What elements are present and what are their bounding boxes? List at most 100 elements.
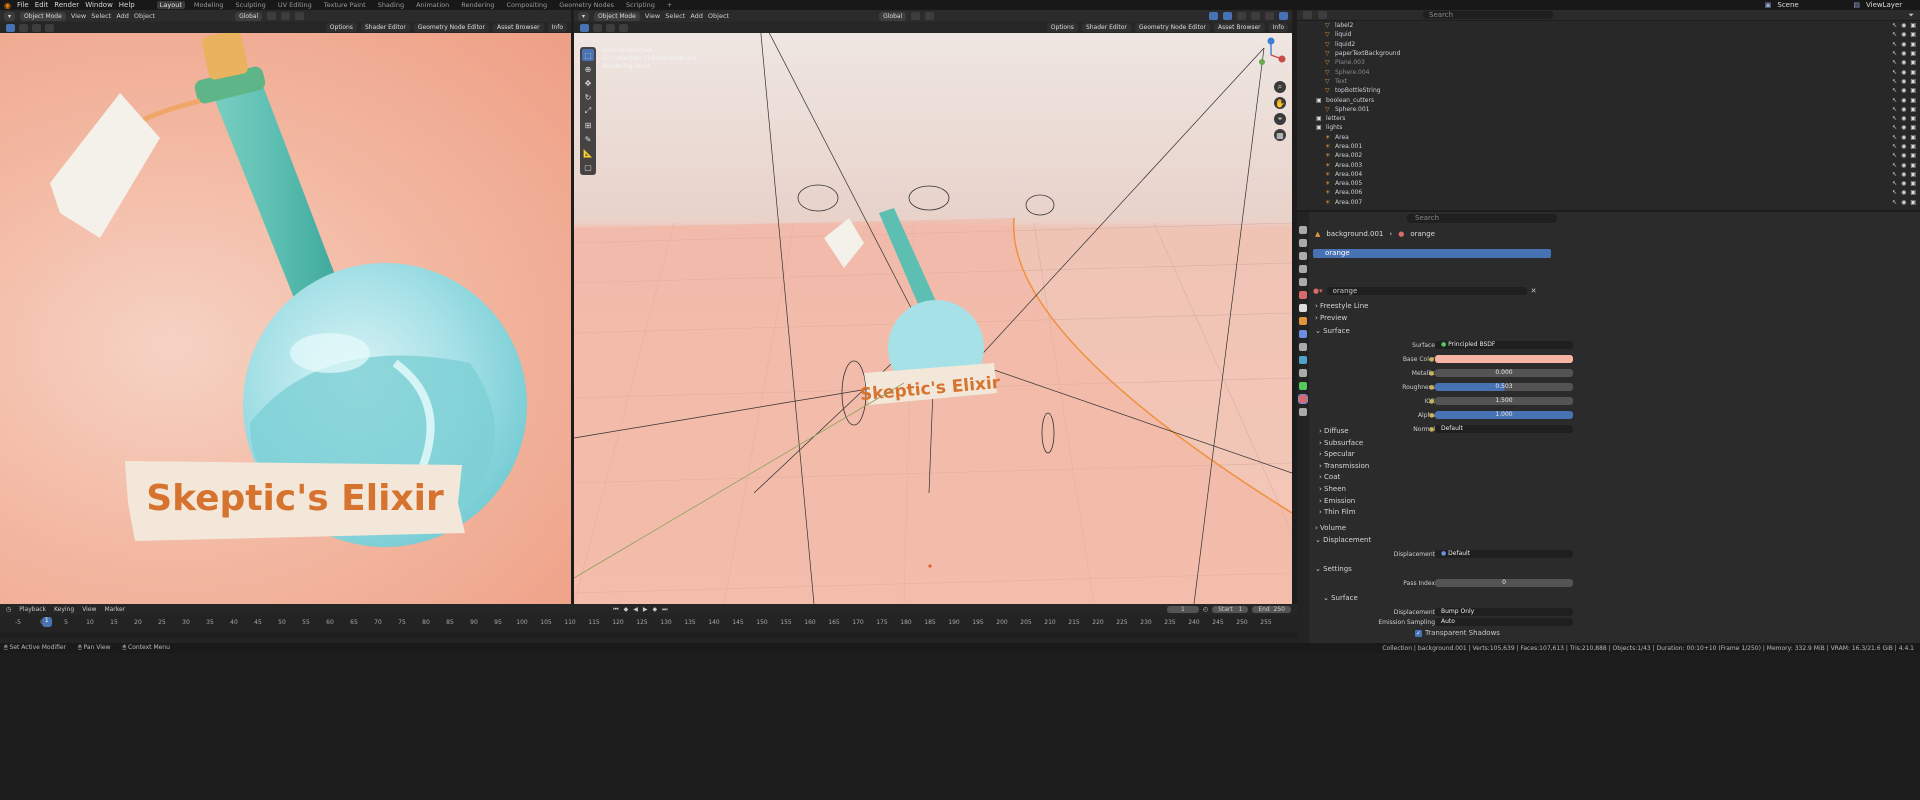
camera-render-icon[interactable]: ▣ bbox=[1910, 189, 1916, 196]
left-tab-shader-editor[interactable]: Shader Editor bbox=[360, 23, 410, 32]
left-menu-add[interactable]: Add bbox=[116, 12, 129, 20]
eye-icon[interactable]: ◉ bbox=[1901, 143, 1906, 150]
unlink-material-icon[interactable]: ✕ bbox=[1531, 287, 1537, 295]
subpanel-transmission[interactable]: › Transmission bbox=[1319, 462, 1369, 470]
workspace-tab-scripting[interactable]: Scripting bbox=[623, 1, 658, 9]
workspace-tab-shading[interactable]: Shading bbox=[375, 1, 407, 9]
menu-file[interactable]: File bbox=[17, 1, 29, 9]
camera-render-icon[interactable]: ▣ bbox=[1910, 41, 1916, 48]
subpanel-sheen[interactable]: › Sheen bbox=[1319, 485, 1346, 493]
panel-settings[interactable]: ⌄ Settings bbox=[1315, 565, 1352, 573]
scene-name[interactable]: Scene bbox=[1777, 1, 1847, 9]
perspective-toggle-icon[interactable]: ▦ bbox=[1274, 129, 1286, 141]
eye-icon[interactable]: ◉ bbox=[1901, 59, 1906, 66]
move-tool-icon[interactable]: ✥ bbox=[582, 77, 594, 89]
material-slot-row[interactable]: orange bbox=[1313, 249, 1551, 258]
start-frame-field[interactable]: Start 1 bbox=[1212, 606, 1249, 613]
material-tab-icon[interactable] bbox=[1298, 394, 1308, 404]
render-tab-icon[interactable] bbox=[1299, 239, 1307, 247]
outliner-filter-icon[interactable]: ⏷ bbox=[1908, 11, 1914, 20]
view-layer-tab-icon[interactable] bbox=[1299, 265, 1307, 273]
subpanel-specular[interactable]: › Specular bbox=[1319, 450, 1355, 458]
eye-icon[interactable]: ◉ bbox=[1901, 106, 1906, 113]
pivot-icon[interactable] bbox=[267, 12, 277, 20]
select-box-icon[interactable] bbox=[6, 23, 15, 32]
outliner-row[interactable]: ▽ paperTextBackground ↖ ◉ ▣ bbox=[1297, 49, 1920, 58]
timeline-menu-playback[interactable]: Playback bbox=[19, 606, 46, 613]
outliner-row[interactable]: ☀ Area.002 ↖ ◉ ▣ bbox=[1297, 151, 1920, 160]
playhead[interactable]: 1 bbox=[41, 617, 52, 627]
right-tab-geometry-node-editor[interactable]: Geometry Node Editor bbox=[1134, 23, 1211, 32]
camera-render-icon[interactable]: ▣ bbox=[1910, 50, 1916, 57]
workspace-tab-animation[interactable]: Animation bbox=[413, 1, 452, 9]
camera-render-icon[interactable]: ▣ bbox=[1910, 171, 1916, 178]
eye-icon[interactable]: ◉ bbox=[1901, 50, 1906, 57]
shading-solid-icon[interactable] bbox=[1251, 12, 1260, 20]
select-toggle-icon[interactable]: ↖ bbox=[1892, 69, 1897, 76]
camera-render-icon[interactable]: ▣ bbox=[1910, 78, 1916, 85]
eye-icon[interactable]: ◉ bbox=[1901, 97, 1906, 104]
menu-edit[interactable]: Edit bbox=[35, 1, 49, 9]
camera-view-icon[interactable]: ⌖ bbox=[1274, 113, 1286, 125]
outliner-row[interactable]: ▽ Sphere.001 ↖ ◉ ▣ bbox=[1297, 105, 1920, 114]
subpanel-emission[interactable]: › Emission bbox=[1319, 497, 1355, 505]
panel-freestyle-line[interactable]: › Freestyle Line bbox=[1315, 302, 1368, 310]
camera-render-icon[interactable]: ▣ bbox=[1910, 199, 1916, 206]
add-cube-tool-icon[interactable]: ▢ bbox=[582, 161, 594, 173]
camera-render-icon[interactable]: ▣ bbox=[1910, 87, 1916, 94]
workspace-tab-modeling[interactable]: Modeling bbox=[191, 1, 227, 9]
select-toggle-icon[interactable]: ↖ bbox=[1892, 50, 1897, 57]
right-select-mode-icon[interactable] bbox=[593, 23, 602, 32]
outliner-collection-row[interactable]: ▣ lights ↖ ◉ ▣ bbox=[1297, 123, 1920, 132]
left-tab-asset-browser[interactable]: Asset Browser bbox=[493, 23, 544, 32]
number-field[interactable]: 1.500 bbox=[1435, 397, 1573, 405]
timeline-menu-marker[interactable]: Marker bbox=[104, 606, 125, 613]
camera-render-icon[interactable]: ▣ bbox=[1910, 59, 1916, 66]
timeline-menu-view[interactable]: View bbox=[82, 606, 96, 613]
select-mode-icon[interactable] bbox=[19, 23, 28, 32]
shading-material-icon[interactable] bbox=[1265, 12, 1274, 20]
output-tab-icon[interactable] bbox=[1299, 252, 1307, 260]
current-frame-field[interactable]: 1 bbox=[1167, 606, 1199, 613]
settings-displacement-select[interactable]: Bump Only bbox=[1435, 608, 1573, 616]
shading-rendered-icon[interactable] bbox=[1279, 12, 1288, 20]
camera-render-icon[interactable]: ▣ bbox=[1910, 162, 1916, 169]
outliner-row[interactable]: ☀ Area.001 ↖ ◉ ▣ bbox=[1297, 142, 1920, 151]
cursor-tool-icon[interactable]: ⊕ bbox=[582, 63, 594, 75]
emission-sampling-select[interactable]: Auto bbox=[1435, 618, 1573, 626]
left-viewport-render[interactable]: Skeptic's Elixir bbox=[0, 33, 571, 604]
select-toggle-icon[interactable]: ↖ bbox=[1892, 189, 1897, 196]
eye-icon[interactable]: ◉ bbox=[1901, 152, 1906, 159]
eye-icon[interactable]: ◉ bbox=[1901, 180, 1906, 187]
socket-icon[interactable]: ● bbox=[1429, 426, 1434, 433]
select-toggle-icon[interactable]: ↖ bbox=[1892, 78, 1897, 85]
select-toggle-icon[interactable]: ↖ bbox=[1892, 22, 1897, 29]
camera-render-icon[interactable]: ▣ bbox=[1910, 31, 1916, 38]
subpanel-thin-film[interactable]: › Thin Film bbox=[1319, 508, 1356, 516]
outliner-row[interactable]: ☀ Area.004 ↖ ◉ ▣ bbox=[1297, 170, 1920, 179]
select-toggle-icon[interactable]: ↖ bbox=[1892, 97, 1897, 104]
menu-render[interactable]: Render bbox=[54, 1, 79, 9]
workspace-tab-texture-paint[interactable]: Texture Paint bbox=[321, 1, 369, 9]
select-toggle-icon[interactable]: ↖ bbox=[1892, 115, 1897, 122]
material-browse-icon[interactable]: ●▾ bbox=[1313, 287, 1323, 295]
right-pivot-icon[interactable] bbox=[911, 12, 921, 20]
panel-preview[interactable]: › Preview bbox=[1315, 314, 1347, 322]
editor-type-icon[interactable]: ▾ bbox=[4, 11, 16, 21]
right-tab-shader-editor[interactable]: Shader Editor bbox=[1081, 23, 1131, 32]
number-field[interactable]: 1.000 bbox=[1435, 411, 1573, 419]
select-toggle-icon[interactable]: ↖ bbox=[1892, 143, 1897, 150]
zoom-icon[interactable]: ⌕ bbox=[1274, 81, 1286, 93]
properties-search-field[interactable]: Search bbox=[1407, 214, 1557, 223]
select-toggle-icon[interactable]: ↖ bbox=[1892, 162, 1897, 169]
right-editor-type-icon[interactable]: ▾ bbox=[578, 11, 590, 21]
outliner-collection-row[interactable]: ▣ boolean_cutters ↖ ◉ ▣ bbox=[1297, 95, 1920, 104]
socket-icon[interactable]: ● bbox=[1429, 412, 1434, 419]
measure-tool-icon[interactable]: 📐 bbox=[582, 147, 594, 159]
timeline-ruler[interactable]: -505101520253035404550556065707580859095… bbox=[0, 617, 1297, 629]
panel-volume[interactable]: › Volume bbox=[1315, 524, 1346, 532]
right-mode-select[interactable]: Object Mode bbox=[594, 11, 640, 21]
timeline-scrollbar[interactable] bbox=[0, 632, 1297, 638]
left-menu-object[interactable]: Object bbox=[134, 12, 155, 20]
socket-icon[interactable]: ● bbox=[1429, 398, 1434, 405]
